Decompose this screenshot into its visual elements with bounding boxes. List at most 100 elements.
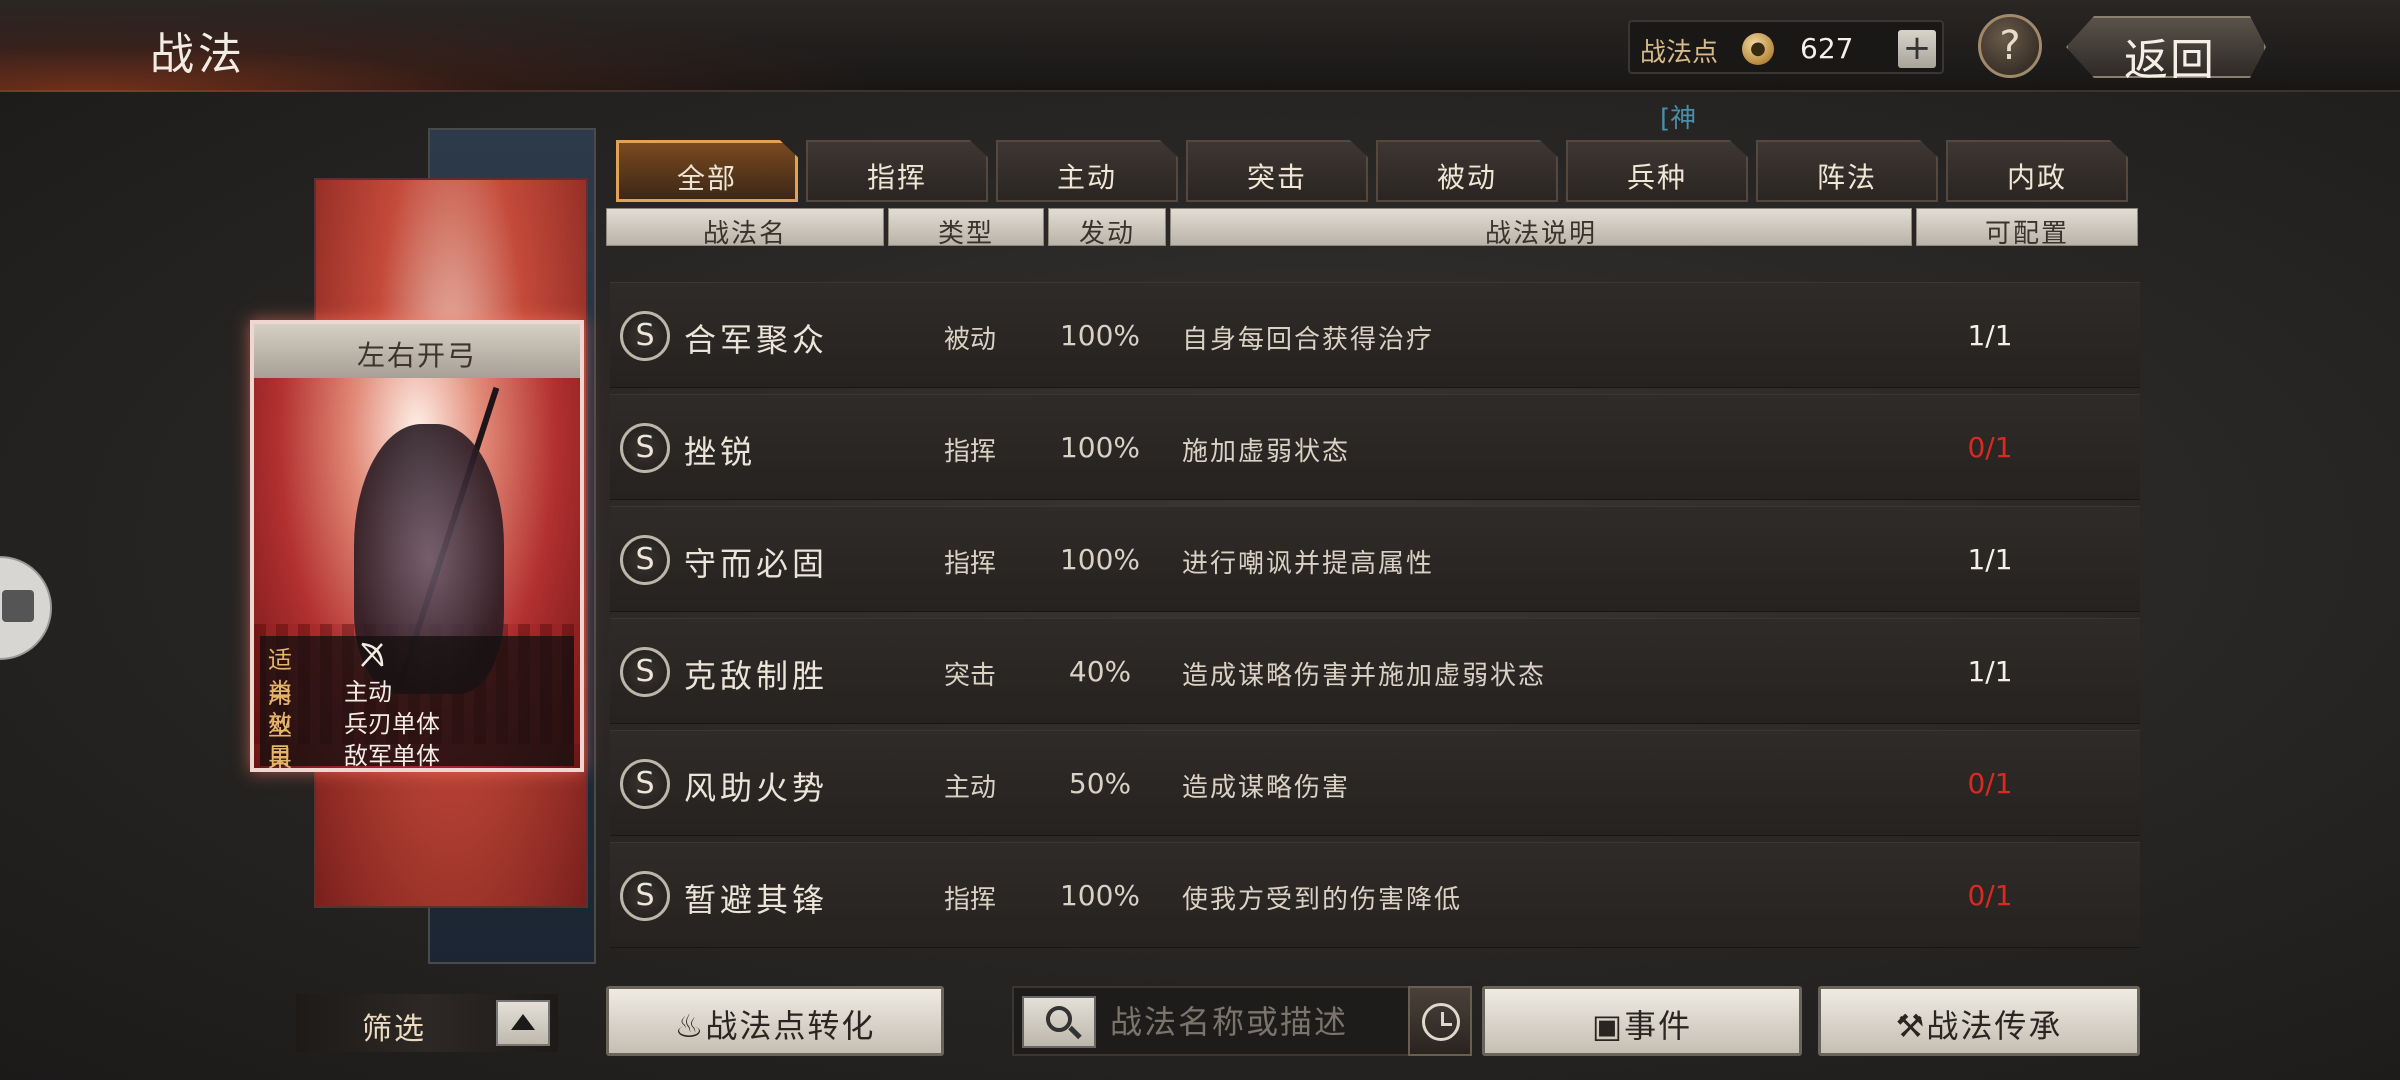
column-header-type[interactable]: 类型 — [888, 208, 1044, 249]
inherit-tactic-button[interactable]: ⚒战法传承 — [1818, 986, 2140, 1056]
info-value: 敌军单体 — [344, 742, 440, 770]
info-value: 主动 — [344, 678, 392, 706]
tactic-desc: 自身每回合获得治疗 — [1182, 325, 1435, 355]
tactic-desc: 造成谋略伤害并施加虚弱状态 — [1182, 661, 1547, 691]
tab-troop[interactable]: 兵种 — [1566, 140, 1748, 202]
tactic-count: 0/1 — [1967, 767, 2013, 800]
table-row[interactable]: S 合军聚众 被动 100% 自身每回合获得治疗 1/1 — [610, 282, 2140, 388]
tactic-desc: 使我方受到的伤害降低 — [1182, 885, 1463, 915]
search-input[interactable] — [1110, 1000, 1410, 1044]
events-text: 事件 — [1624, 1007, 1693, 1045]
tab-label: 全部 — [676, 162, 737, 195]
bow-crossed-icon — [361, 642, 384, 667]
table-row[interactable]: S 暂避其锋 指挥 100% 使我方受到的伤害降低 0/1 — [610, 842, 2140, 948]
table-row[interactable]: S 克敌制胜 突击 40% 造成谋略伤害并施加虚弱状态 1/1 — [610, 618, 2140, 724]
events-label: ▣事件 — [1485, 1001, 1799, 1047]
filter-toggle-button[interactable] — [496, 1000, 550, 1046]
tab-internal[interactable]: 内政 — [1946, 140, 2128, 202]
tactic-type: 被动 — [943, 325, 996, 355]
header-label: 类型 — [937, 219, 994, 249]
coin-icon: ● — [1742, 33, 1774, 65]
lens-handle-shape — [1068, 1025, 1082, 1040]
header-label: 战法名 — [702, 219, 787, 249]
tactic-count: 0/1 — [1967, 431, 2013, 464]
tactic-count: 0/1 — [1967, 879, 2013, 912]
column-header-count[interactable]: 可配置 — [1916, 208, 2138, 249]
side-menu-button[interactable] — [0, 556, 52, 660]
hint-text: [神 — [1660, 104, 1697, 134]
header-label: 战法说明 — [1484, 219, 1597, 249]
tab-active[interactable]: 主动 — [996, 140, 1178, 202]
clock-icon — [1422, 1003, 1460, 1041]
tactic-type: 突击 — [943, 661, 996, 691]
tactic-rate: 100% — [1059, 431, 1141, 464]
grade-badge: S — [620, 647, 670, 697]
top-bar: 战法 战法点 ● 627 + ? 返回 — [0, 0, 2400, 92]
page-title: 战法 — [150, 29, 246, 80]
tactic-points-box: 战法点 ● 627 + — [1628, 20, 1944, 74]
tactic-rate: 100% — [1059, 543, 1141, 576]
tactic-desc: 进行嘲讽并提高属性 — [1182, 549, 1435, 579]
column-header-desc: 战法说明 — [1170, 208, 1912, 249]
info-value: 兵刃单体 — [344, 710, 440, 738]
header-label: 可配置 — [1984, 219, 2069, 249]
chevron-up-icon — [511, 1014, 535, 1030]
tactic-rate: 100% — [1059, 319, 1141, 352]
tactic-rate: 100% — [1059, 879, 1141, 912]
tactic-rate: 50% — [1068, 767, 1132, 800]
convert-points-button[interactable]: ♨战法点转化 — [606, 986, 944, 1056]
table-row[interactable]: S 风助火势 主动 50% 造成谋略伤害 0/1 — [610, 730, 2140, 836]
filter-label: 筛选 — [362, 1012, 426, 1047]
column-header-rate[interactable]: 发动 — [1048, 208, 1166, 249]
inherit-tactic-label: ⚒战法传承 — [1821, 1001, 2137, 1047]
help-button[interactable]: ? — [1978, 14, 2042, 78]
tactic-name: 风助火势 — [684, 769, 829, 807]
convert-points-label: ♨战法点转化 — [609, 1001, 941, 1047]
grade-badge: S — [620, 311, 670, 361]
inherit-tactic-text: 战法传承 — [1926, 1007, 2063, 1045]
tactic-name: 合军聚众 — [684, 321, 829, 359]
tactic-type: 指挥 — [943, 437, 996, 467]
book-icon: ▣ — [1591, 1007, 1625, 1045]
points-label: 战法点 — [1640, 38, 1719, 68]
grade-badge: S — [620, 759, 670, 809]
history-button[interactable] — [1408, 986, 1472, 1056]
points-value: 627 — [1800, 32, 1854, 65]
grade-badge: S — [620, 423, 670, 473]
tab-label: 内政 — [2006, 161, 2067, 194]
table-row[interactable]: S 挫锐 指挥 100% 施加虚弱状态 0/1 — [610, 394, 2140, 500]
tactic-name: 挫锐 — [684, 433, 757, 471]
tab-passive[interactable]: 被动 — [1376, 140, 1558, 202]
table-row[interactable]: S 守而必固 指挥 100% 进行嘲讽并提高属性 1/1 — [610, 506, 2140, 612]
tab-command[interactable]: 指挥 — [806, 140, 988, 202]
tab-assault[interactable]: 突击 — [1186, 140, 1368, 202]
clock-hand-minute — [1441, 1023, 1452, 1026]
tab-label: 主动 — [1056, 161, 1117, 194]
tactic-rate: 40% — [1068, 655, 1132, 688]
back-label: 返回 — [2124, 35, 2216, 86]
grade-badge: S — [620, 535, 670, 585]
tab-all[interactable]: 全部 — [616, 140, 798, 202]
add-points-button[interactable]: + — [1898, 30, 1936, 68]
flame-icon: ♨ — [674, 1007, 706, 1045]
tab-label: 突击 — [1246, 161, 1307, 194]
events-button[interactable]: ▣事件 — [1482, 986, 1802, 1056]
tab-label: 被动 — [1436, 161, 1497, 194]
tab-formation[interactable]: 阵法 — [1756, 140, 1938, 202]
header-label: 发动 — [1078, 219, 1135, 249]
info-key: 目标 — [268, 742, 292, 770]
tactic-desc: 造成谋略伤害 — [1182, 773, 1351, 803]
tactics-list[interactable]: S 合军聚众 被动 100% 自身每回合获得治疗 1/1 S 挫锐 指挥 100… — [610, 270, 2140, 970]
card-title: 左右开弓 — [356, 339, 477, 372]
menu-icon — [2, 590, 34, 622]
tactic-type: 主动 — [943, 773, 996, 803]
convert-points-text: 战法点转化 — [705, 1007, 876, 1045]
column-header-name[interactable]: 战法名 — [606, 208, 884, 249]
card-info-panel: 适用 类型 主动 效果 兵刃单体 目标 敌军单体 — [260, 636, 574, 768]
back-button[interactable]: 返回 — [2066, 16, 2266, 78]
tab-label: 阵法 — [1816, 161, 1877, 194]
filter-box[interactable]: 筛选 — [296, 994, 558, 1052]
search-icon[interactable] — [1022, 996, 1096, 1048]
selected-tactic-card[interactable]: 左右开弓 适用 类型 主动 效果 兵刃单体 目标 敌军单体 — [250, 320, 584, 772]
tab-label: 指挥 — [866, 161, 927, 194]
